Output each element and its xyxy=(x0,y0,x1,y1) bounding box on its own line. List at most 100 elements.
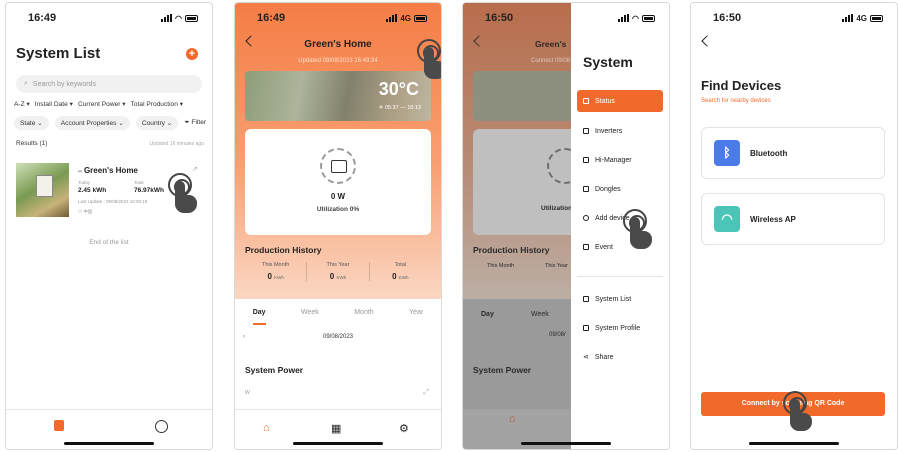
tab-month[interactable]: Month xyxy=(354,309,373,325)
tab-day[interactable]: Day xyxy=(252,309,266,325)
tap-gesture-icon xyxy=(783,391,813,431)
power-axis-unit: W xyxy=(245,390,250,396)
signal-icon xyxy=(842,14,854,22)
production-stats: This Month 0 KWh This Year 0 KWh Total 0 KW… xyxy=(245,262,431,281)
filter-country[interactable]: Country ⌄ xyxy=(135,116,179,130)
page-title: Green's Home xyxy=(304,39,372,50)
search-input[interactable]: ⌕ Search by keywords xyxy=(16,75,202,93)
system-name: ∞ Green's Home xyxy=(78,166,138,175)
sort-row: A-Z ▾ Install Date ▾ Current Power ▾ Tot… xyxy=(14,100,206,108)
drawer-title: System xyxy=(583,54,633,70)
filter-button[interactable]: ⏷ Filter xyxy=(184,119,206,127)
today-label: Today xyxy=(78,180,91,185)
bg-date: 09/08/ xyxy=(549,332,566,338)
menu-item-system-list[interactable]: System List xyxy=(577,288,663,310)
inverter-icon xyxy=(583,128,589,134)
battery-icon xyxy=(642,14,655,22)
bg-system-power: System Power xyxy=(473,365,532,375)
gear-icon[interactable]: ⚙ xyxy=(399,422,409,435)
menu-item-status[interactable]: Status xyxy=(577,90,663,112)
side-drawer: System Status Inverters Hi-Manager Dongl… xyxy=(571,3,669,449)
network-label: 4G xyxy=(400,13,411,23)
back-icon[interactable] xyxy=(701,35,713,47)
device-option-wireless-ap[interactable]: ◠ Wireless AP xyxy=(701,193,885,245)
sort-install-date[interactable]: Install Date ▾ xyxy=(35,100,73,108)
bg-home-icon: ⌂ xyxy=(509,413,516,425)
filter-state[interactable]: State ⌄ xyxy=(14,116,49,130)
power-card: 0 W Utilization 0% xyxy=(245,129,431,235)
event-icon xyxy=(583,244,589,250)
tab-week[interactable]: Week xyxy=(301,309,319,325)
dimmed-background[interactable]: Green's Connect 09/08 Utilization Produc… xyxy=(463,3,573,449)
bg-title: Green's xyxy=(535,39,567,49)
status-indicators: 4G xyxy=(386,14,427,23)
signal-icon xyxy=(161,14,173,22)
device-option-bluetooth[interactable]: ᛒ Bluetooth xyxy=(701,127,885,179)
filter-account-properties[interactable]: Account Properties ⌄ xyxy=(54,116,130,130)
menu-item-dongles[interactable]: Dongles xyxy=(577,178,663,200)
date-selector[interactable]: ‹ 09/08/2023 xyxy=(235,330,441,344)
status-bar: 16:49 ◠ xyxy=(6,3,212,33)
stat-total: Total 0 KWh xyxy=(392,262,409,281)
bg-day: Day xyxy=(481,311,494,318)
last-update: Last Update : 09/08/2023 16:00:18 xyxy=(78,199,148,204)
status-time: 16:49 xyxy=(28,12,57,24)
tab-profile-icon[interactable] xyxy=(155,420,168,433)
search-icon: ⌕ xyxy=(24,80,28,87)
selected-date: 09/08/2023 xyxy=(322,334,354,340)
phone-side-menu: Green's Connect 09/08 Utilization Produc… xyxy=(462,2,670,450)
status-bar: 16:49 4G xyxy=(235,3,441,33)
battery-icon xyxy=(414,14,427,22)
dongle-icon xyxy=(583,186,589,192)
share-icon: ⋖ xyxy=(583,354,589,361)
status-icon xyxy=(583,98,589,104)
bg-this-year: This Year xyxy=(545,263,568,269)
bg-week: Week xyxy=(531,311,549,318)
home-icon[interactable]: ⌂ xyxy=(263,422,270,434)
stat-this-month: This Month 0 KWh xyxy=(245,262,308,281)
tutorial-canvas: 16:49 ◠ System List + ⌕ Search by keywor… xyxy=(0,0,898,452)
sort-total-production[interactable]: Total Production ▾ xyxy=(131,100,183,108)
menu-item-hi-manager[interactable]: Hi-Manager xyxy=(577,149,663,171)
sort-az[interactable]: A-Z ▾ xyxy=(14,100,30,108)
today-value: 2.45 kWh xyxy=(78,187,107,194)
status-indicators: 4G xyxy=(842,14,883,23)
user-icon: ⚇ xyxy=(78,209,83,214)
hi-manager-icon xyxy=(583,157,589,163)
updated-text: Updated 16 minutes ago xyxy=(149,141,204,147)
sun-times: ☀ 05:37 — 18:13 xyxy=(378,105,421,111)
bg-production: Production History xyxy=(473,245,550,255)
temperature: 30°C xyxy=(378,79,419,99)
phone-system-detail: 16:49 4G Green's Home Updated 09/08/2023… xyxy=(234,2,442,450)
add-system-button[interactable]: + xyxy=(186,48,198,60)
layout-icon[interactable]: ▦ xyxy=(331,422,341,435)
home-indicator xyxy=(521,442,611,445)
phone-find-devices: 16:50 4G Find Devices Search for nearby … xyxy=(690,2,898,450)
inverter-gauge-icon xyxy=(320,148,356,184)
share-icon[interactable]: ⇗ xyxy=(192,165,198,173)
status-bar: 16:50 4G xyxy=(691,3,897,33)
chevron-left-icon[interactable]: ‹ xyxy=(243,330,245,344)
end-of-list: End of the list xyxy=(89,239,129,246)
status-time: 16:50 xyxy=(485,12,514,24)
device-label-wireless-ap: Wireless AP xyxy=(750,214,796,224)
wifi-icon: ◠ xyxy=(714,206,740,232)
battery-icon xyxy=(185,14,198,22)
profile-icon xyxy=(583,325,589,331)
home-indicator xyxy=(64,442,154,445)
system-owner: ⚇ 中国 xyxy=(78,209,93,214)
sort-current-power[interactable]: Current Power ▾ xyxy=(78,100,126,108)
status-bar: 16:50 ◠ xyxy=(463,3,669,33)
total-value: 76.97kWh xyxy=(134,187,164,194)
menu-item-share[interactable]: ⋖ Share xyxy=(577,346,663,368)
tab-systems-icon[interactable] xyxy=(54,420,64,431)
expand-icon[interactable]: ⤢ xyxy=(423,389,429,397)
total-label: Total xyxy=(134,180,144,185)
stat-this-year: This Year 0 KWh xyxy=(307,262,370,281)
menu-item-system-profile[interactable]: System Profile xyxy=(577,317,663,339)
menu-item-inverters[interactable]: Inverters xyxy=(577,120,663,142)
bg-this-month: This Month xyxy=(487,263,515,269)
device-label-bluetooth: Bluetooth xyxy=(750,148,788,158)
system-thumbnail xyxy=(16,163,69,217)
tab-year[interactable]: Year xyxy=(409,309,423,325)
